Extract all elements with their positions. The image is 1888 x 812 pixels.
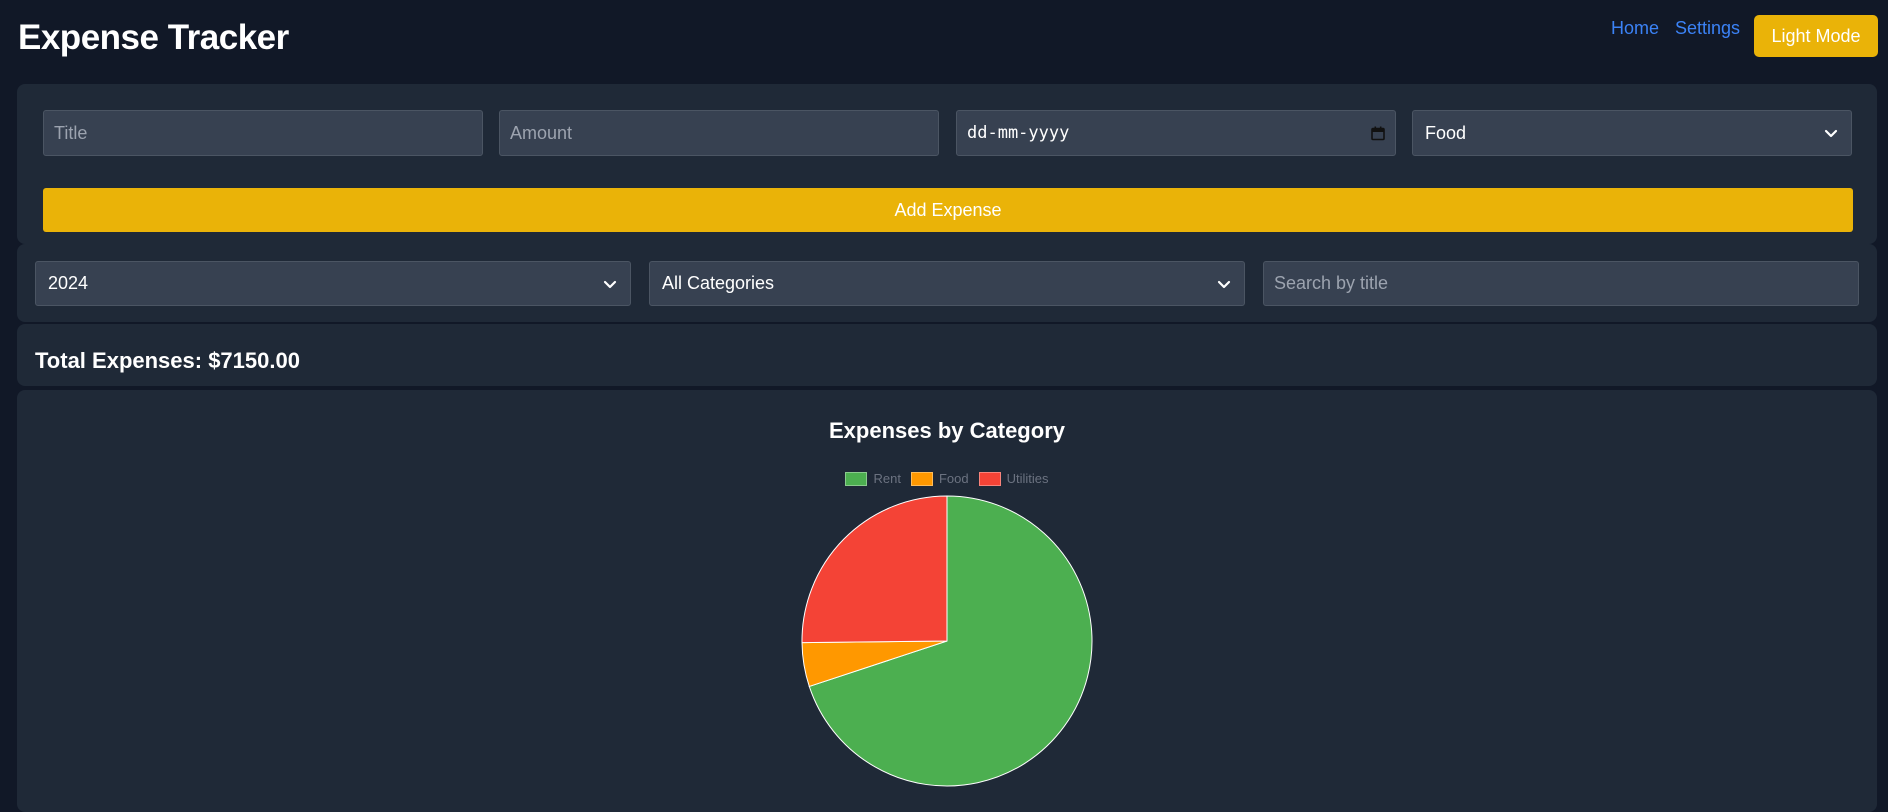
search-input[interactable] [1263, 261, 1859, 306]
chevron-down-icon [1217, 280, 1231, 288]
nav-settings-link[interactable]: Settings [1675, 18, 1740, 39]
add-expense-form: dd-mm-yyyy Food Add Expense [17, 84, 1877, 244]
chart-panel: Expenses by Category Rent Food Utilities [17, 390, 1877, 812]
title-input[interactable] [43, 110, 483, 156]
total-summary: Total Expenses: $7150.00 [17, 324, 1877, 386]
year-select[interactable]: 2024 [35, 261, 631, 306]
year-select-value: 2024 [48, 273, 89, 293]
chevron-down-icon [1824, 129, 1838, 138]
date-input[interactable]: dd-mm-yyyy [956, 110, 1396, 156]
chevron-down-icon [603, 280, 617, 288]
pie-chart [801, 495, 1093, 787]
app-title: Expense Tracker [18, 18, 289, 57]
category-select[interactable]: Food [1412, 110, 1852, 156]
nav-home-link[interactable]: Home [1611, 18, 1659, 39]
add-expense-button[interactable]: Add Expense [43, 188, 1853, 232]
total-expenses: Total Expenses: $7150.00 [35, 348, 300, 373]
pie-slice-utilities[interactable] [801, 495, 948, 644]
filters-bar: 2024 All Categories [17, 244, 1877, 322]
amount-input[interactable] [499, 110, 939, 156]
date-placeholder: dd-mm-yyyy [967, 123, 1070, 143]
calendar-icon [1371, 126, 1385, 140]
category-select-value: Food [1425, 122, 1467, 143]
category-filter-select[interactable]: All Categories [649, 261, 1245, 306]
app-header: Expense Tracker Home Settings Light Mode [0, 0, 1888, 84]
light-mode-button[interactable]: Light Mode [1754, 15, 1878, 57]
category-filter-value: All Categories [662, 273, 775, 293]
